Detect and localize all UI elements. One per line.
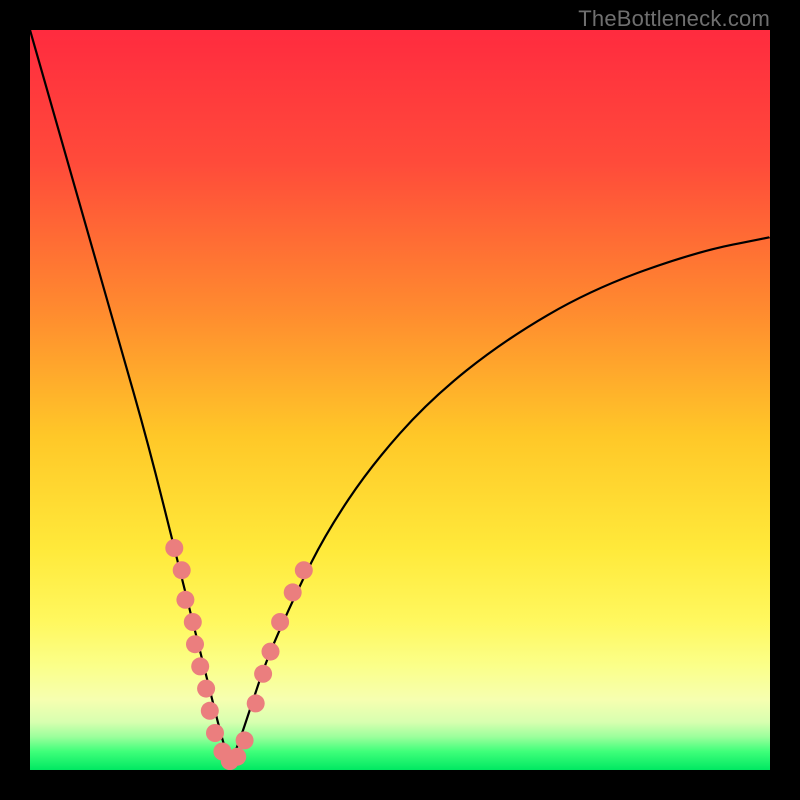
plot-svg [30,30,770,770]
marker-dot [271,613,289,631]
marker-dot [206,724,224,742]
marker-dot [201,702,219,720]
marker-dot [173,561,191,579]
marker-dot [191,657,209,675]
marker-dot [197,680,215,698]
marker-dot [262,643,280,661]
marker-dot [284,583,302,601]
marker-dot [184,613,202,631]
marker-dot [176,591,194,609]
chart-frame: TheBottleneck.com [0,0,800,800]
watermark-text: TheBottleneck.com [578,6,770,32]
marker-dot [236,731,254,749]
marker-dot [247,694,265,712]
marker-dot [186,635,204,653]
marker-dot [165,539,183,557]
marker-dot [295,561,313,579]
marker-dot [228,748,246,766]
plot-area [30,30,770,770]
marker-dot [254,665,272,683]
gradient-background [30,30,770,770]
